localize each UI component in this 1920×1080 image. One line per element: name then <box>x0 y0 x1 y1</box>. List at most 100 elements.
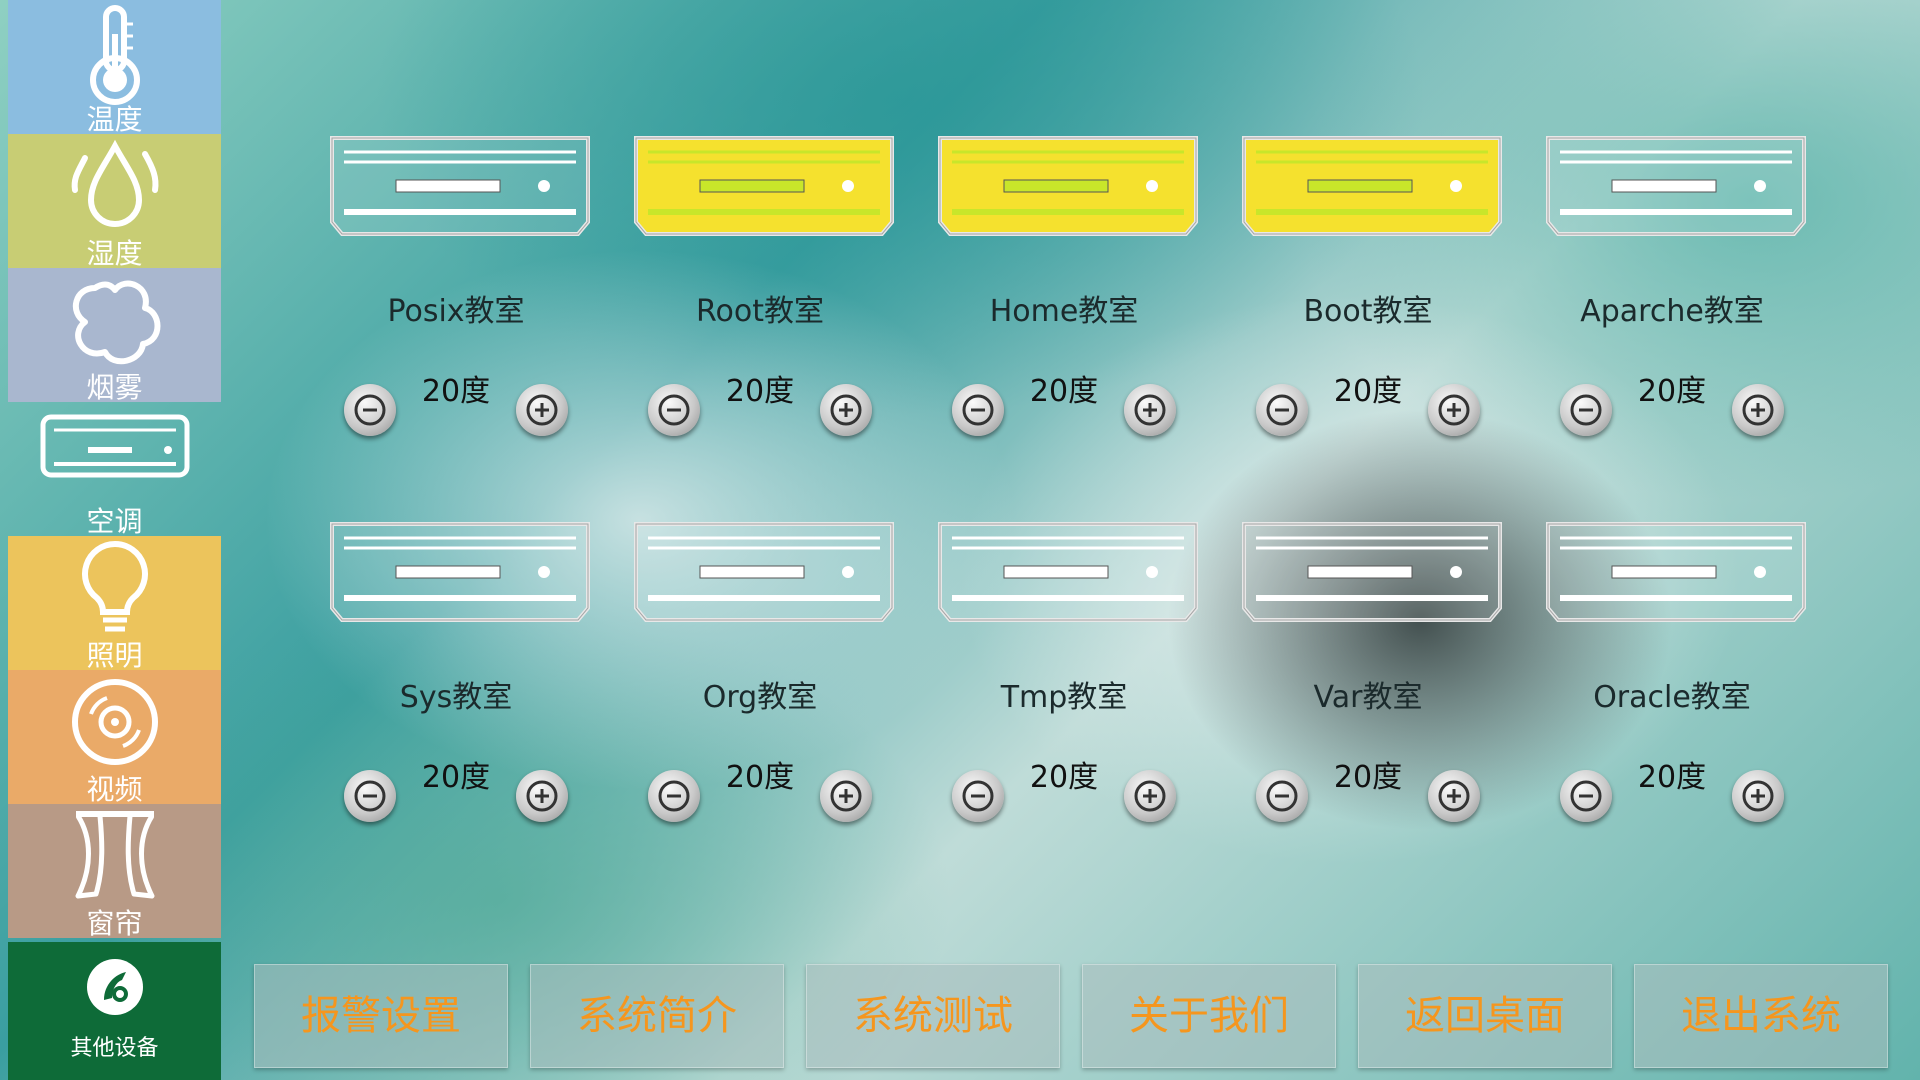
decrease-temperature-button[interactable] <box>1560 770 1612 822</box>
other-devices-icon <box>86 959 143 1015</box>
air-conditioner-toggle[interactable] <box>1544 520 1808 624</box>
air-conditioner-toggle[interactable] <box>328 134 592 238</box>
sidebar-item-humidity[interactable]: 湿度 <box>8 134 221 268</box>
air-conditioner-icon <box>1546 522 1806 622</box>
device-name: Tmp教室 <box>1000 680 1128 715</box>
sidebar-item-curtain[interactable]: 窗帘 <box>8 804 221 938</box>
air-conditioner-toggle[interactable] <box>936 520 1200 624</box>
sidebar-item-label: 窗帘 <box>86 907 143 938</box>
sidebar-item-label: 其他设备 <box>70 1036 159 1061</box>
sidebar-item-label: 照明 <box>86 639 143 670</box>
sidebar-item-label: 温度 <box>86 103 143 134</box>
about-us-button[interactable]: 关于我们 <box>1082 964 1336 1068</box>
decrease-temperature-button[interactable] <box>1256 384 1308 436</box>
decrease-temperature-button[interactable] <box>344 384 396 436</box>
sidebar-item-smoke[interactable]: 烟雾 <box>8 268 221 402</box>
sidebar-item-lighting[interactable]: 照明 <box>8 536 221 670</box>
zoom-out-icon <box>962 394 994 426</box>
sidebar-item-label: 空调 <box>86 505 143 536</box>
decrease-temperature-button[interactable] <box>344 770 396 822</box>
alarm-settings-button[interactable]: 报警设置 <box>254 964 508 1068</box>
air-conditioner-toggle[interactable] <box>1240 520 1504 624</box>
zoom-out-icon <box>1266 780 1298 812</box>
sidebar: 温度 湿度 烟雾 空调 照明 视频 窗帘 其他设备 <box>8 0 221 1080</box>
zoom-in-icon <box>1134 394 1166 426</box>
zoom-in-icon <box>1742 780 1774 812</box>
device-name: Org教室 <box>702 680 818 715</box>
return-desktop-button[interactable]: 返回桌面 <box>1358 964 1612 1068</box>
air-conditioner-toggle[interactable] <box>328 520 592 624</box>
decrease-temperature-button[interactable] <box>1560 384 1612 436</box>
zoom-out-icon <box>1570 394 1602 426</box>
air-conditioner-icon <box>40 414 189 478</box>
zoom-in-icon <box>1742 394 1774 426</box>
sidebar-item-label: 烟雾 <box>86 371 143 402</box>
device-name: Sys教室 <box>399 680 513 715</box>
device-name: Aparche教室 <box>1580 294 1764 329</box>
air-conditioner-icon <box>634 136 894 236</box>
device-name: Root教室 <box>696 294 824 329</box>
decrease-temperature-button[interactable] <box>952 770 1004 822</box>
air-conditioner-toggle[interactable] <box>1544 134 1808 238</box>
zoom-out-icon <box>354 394 386 426</box>
zoom-out-icon <box>354 780 386 812</box>
increase-temperature-button[interactable] <box>1428 384 1480 436</box>
increase-temperature-button[interactable] <box>820 384 872 436</box>
decrease-temperature-button[interactable] <box>952 384 1004 436</box>
air-conditioner-icon <box>1242 136 1502 236</box>
sidebar-item-label: 视频 <box>86 773 143 804</box>
device-name: Home教室 <box>989 294 1139 329</box>
zoom-in-icon <box>1438 394 1470 426</box>
curtain-icon <box>75 811 154 899</box>
decrease-temperature-button[interactable] <box>1256 770 1308 822</box>
air-conditioner-toggle[interactable] <box>936 134 1200 238</box>
sidebar-item-label: 湿度 <box>86 237 143 268</box>
smoke-icon <box>72 280 160 365</box>
increase-temperature-button[interactable] <box>1124 770 1176 822</box>
air-conditioner-icon <box>938 136 1198 236</box>
zoom-in-icon <box>1438 780 1470 812</box>
sidebar-item-air-conditioner[interactable]: 空调 <box>8 402 221 536</box>
zoom-out-icon <box>658 780 690 812</box>
water-drops-icon <box>71 139 158 227</box>
device-name: Oracle教室 <box>1593 680 1751 715</box>
zoom-out-icon <box>962 780 994 812</box>
sidebar-item-temperature[interactable]: 温度 <box>8 0 221 134</box>
increase-temperature-button[interactable] <box>1732 384 1784 436</box>
decrease-temperature-button[interactable] <box>648 384 700 436</box>
device-name: Posix教室 <box>387 294 525 329</box>
system-test-button[interactable]: 系统测试 <box>806 964 1060 1068</box>
zoom-out-icon <box>1266 394 1298 426</box>
increase-temperature-button[interactable] <box>1732 770 1784 822</box>
decrease-temperature-button[interactable] <box>648 770 700 822</box>
air-conditioner-icon <box>330 136 590 236</box>
video-disc-icon <box>71 679 158 765</box>
increase-temperature-button[interactable] <box>516 384 568 436</box>
increase-temperature-button[interactable] <box>516 770 568 822</box>
system-intro-button[interactable]: 系统简介 <box>530 964 784 1068</box>
increase-temperature-button[interactable] <box>820 770 872 822</box>
increase-temperature-button[interactable] <box>1428 770 1480 822</box>
zoom-in-icon <box>526 394 558 426</box>
air-conditioner-toggle[interactable] <box>632 520 896 624</box>
exit-system-button[interactable]: 退出系统 <box>1634 964 1888 1068</box>
air-conditioner-icon <box>1242 522 1502 622</box>
zoom-in-icon <box>830 780 862 812</box>
air-conditioner-icon <box>634 522 894 622</box>
zoom-out-icon <box>658 394 690 426</box>
zoom-in-icon <box>1134 780 1166 812</box>
air-conditioner-icon <box>938 522 1198 622</box>
lightbulb-icon <box>81 540 148 632</box>
device-name: Boot教室 <box>1303 294 1433 329</box>
sidebar-item-other-devices[interactable]: 其他设备 <box>8 942 221 1080</box>
sidebar-item-video[interactable]: 视频 <box>8 670 221 804</box>
zoom-in-icon <box>526 780 558 812</box>
air-conditioner-toggle[interactable] <box>632 134 896 238</box>
air-conditioner-icon <box>1546 136 1806 236</box>
air-conditioner-icon <box>330 522 590 622</box>
increase-temperature-button[interactable] <box>1124 384 1176 436</box>
zoom-in-icon <box>830 394 862 426</box>
air-conditioner-toggle[interactable] <box>1240 134 1504 238</box>
zoom-out-icon <box>1570 780 1602 812</box>
device-name: Var教室 <box>1313 680 1423 715</box>
